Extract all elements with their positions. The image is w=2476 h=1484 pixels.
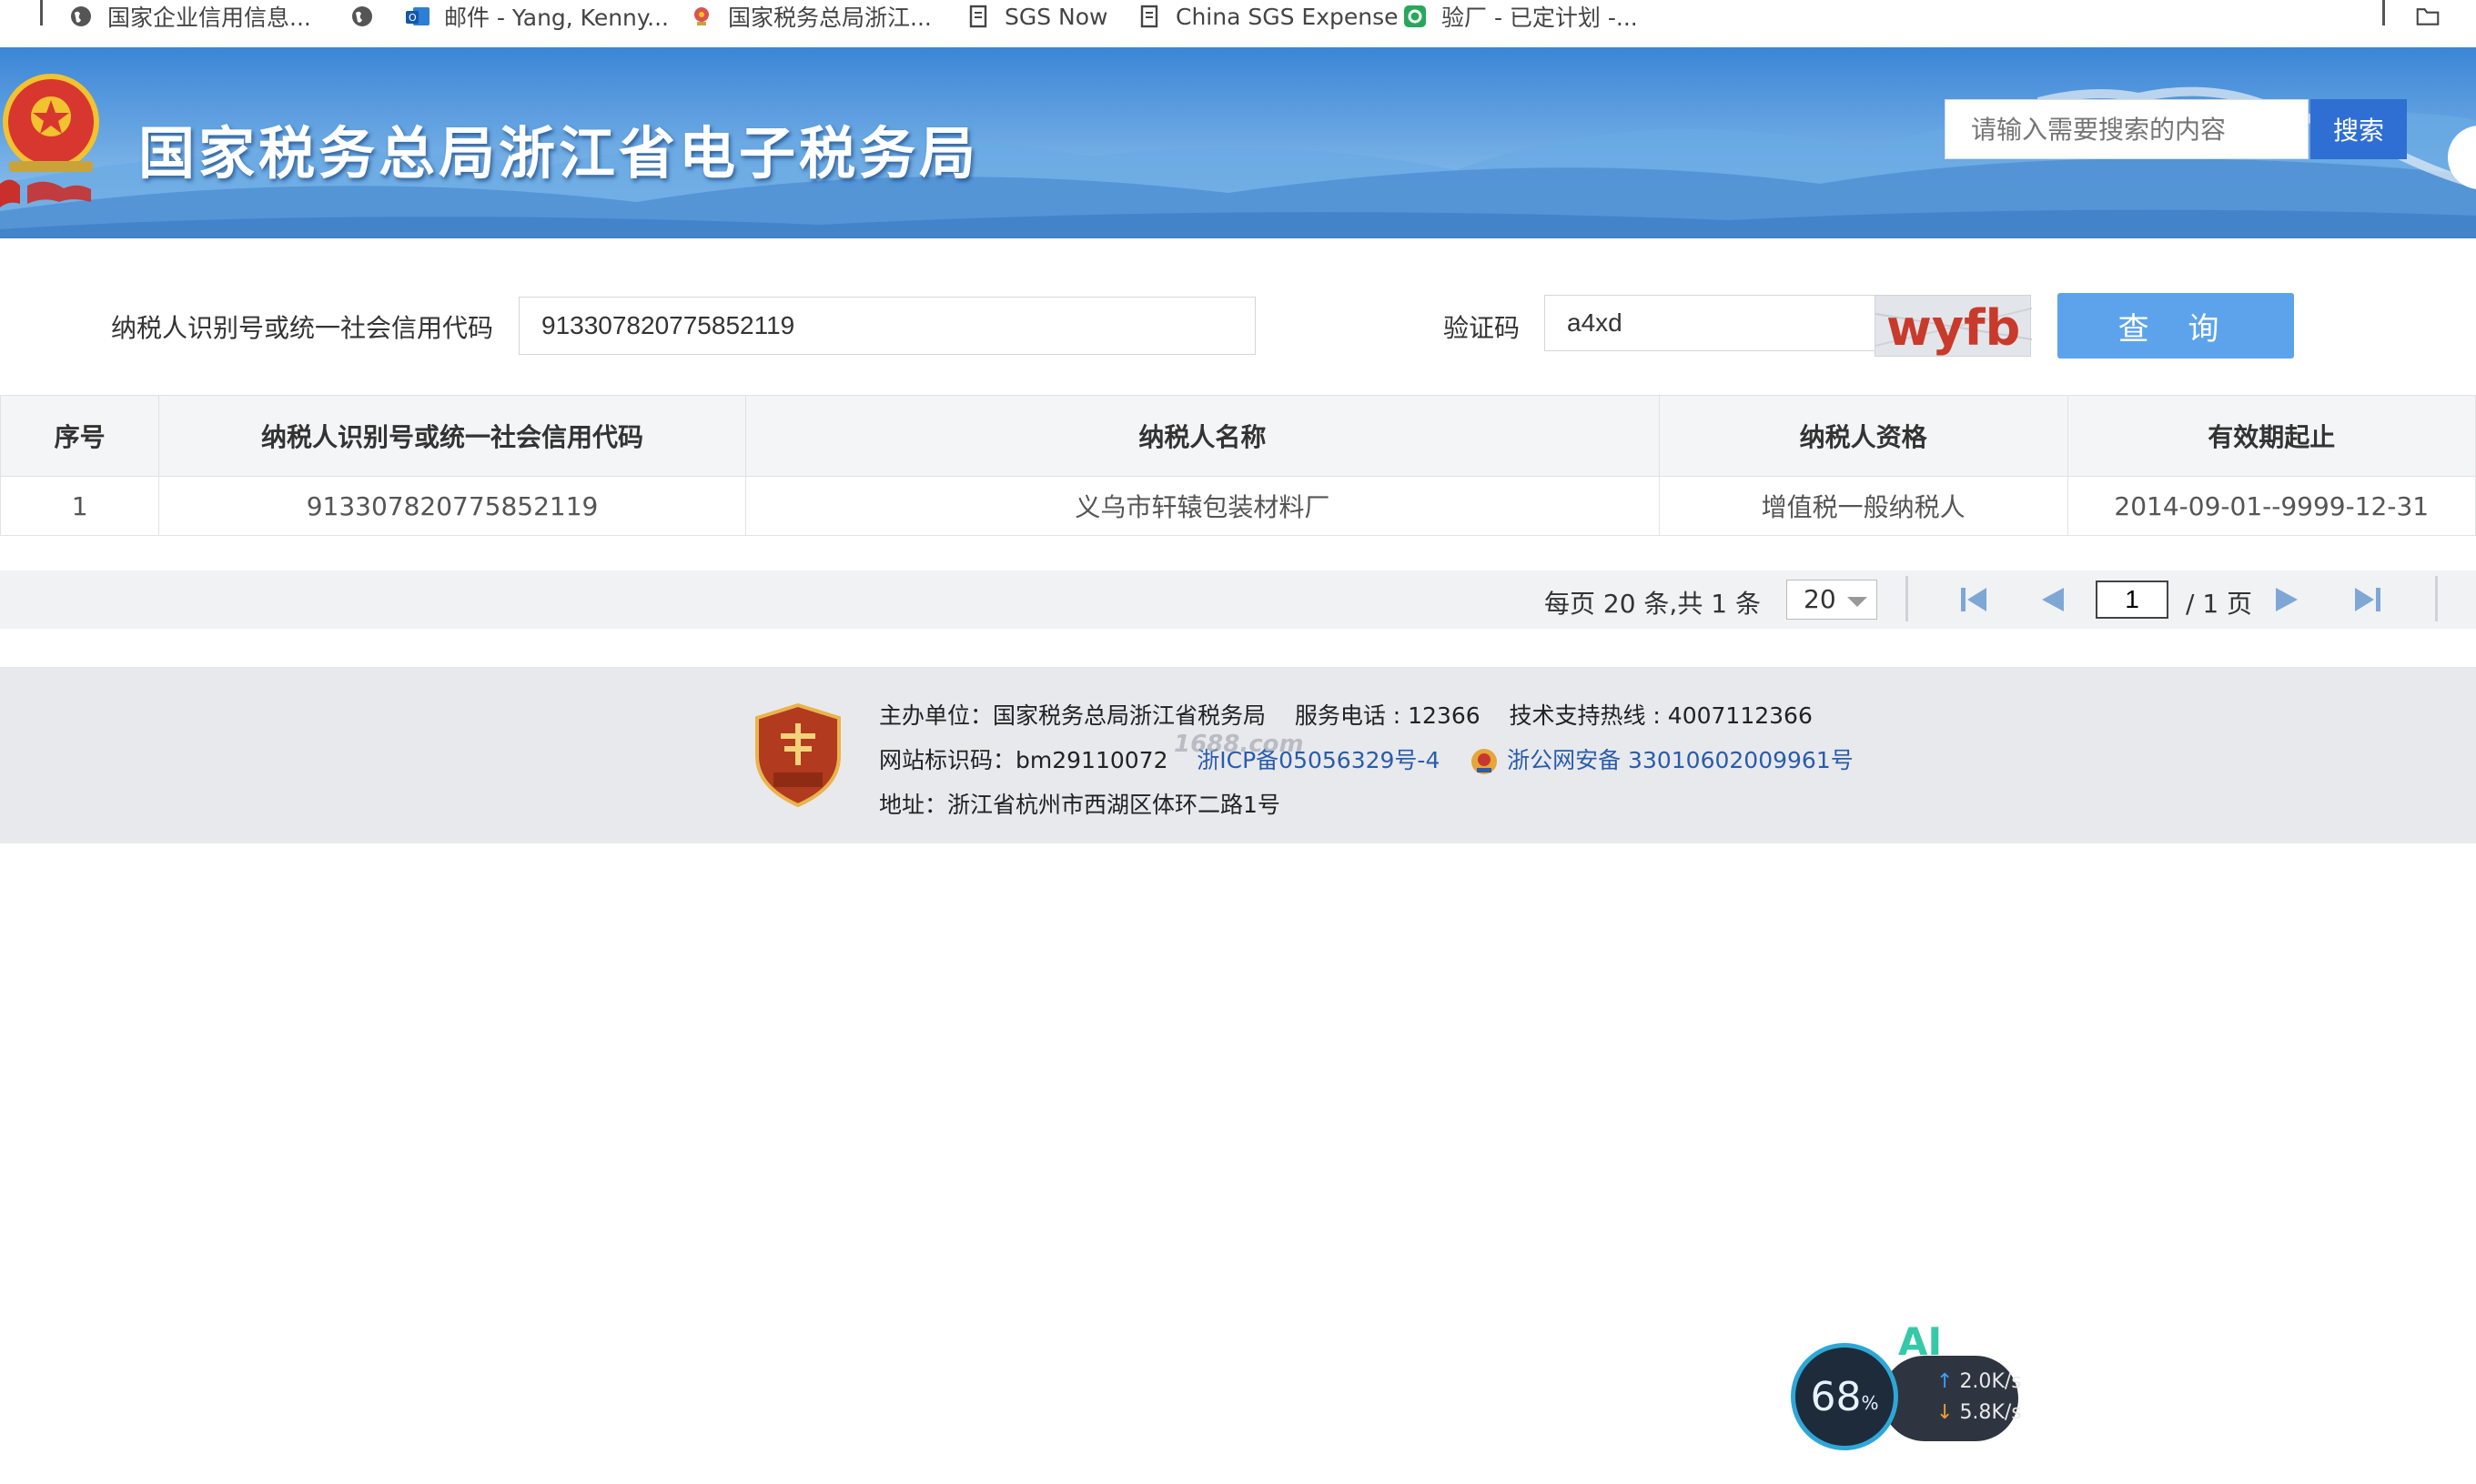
prev-page-icon[interactable]	[2038, 585, 2067, 614]
network-speed-widget[interactable]: AI ↑ 2.0K/s ↓ 5.8K/s 68%	[1791, 1319, 2022, 1456]
table-header-row: 序号 纳税人识别号或统一社会信用代码 纳税人名称 纳税人资格 有效期起止	[0, 395, 2476, 477]
site-footer: 主办单位：国家税务总局浙江省税务局 服务电话 : 12366 技术支持热线 : …	[0, 667, 2476, 843]
captcha-label: 验证码	[1443, 313, 1521, 343]
gauge-percent: 68	[1810, 1373, 1862, 1420]
download-arrow-icon: ↓	[1936, 1401, 1954, 1424]
download-unit: K/s	[1991, 1401, 2022, 1424]
globe-icon	[71, 6, 91, 26]
col-header-taxpayer-name: 纳税人名称	[744, 395, 1660, 477]
first-page-icon[interactable]	[1959, 585, 1990, 614]
tax-emblem-logo	[0, 74, 99, 207]
page-number-input[interactable]	[2096, 580, 2168, 619]
document-icon	[1140, 5, 1158, 28]
cell-qualification: 增值税一般纳税人	[1658, 476, 2068, 536]
svg-text:O: O	[409, 12, 417, 24]
document-icon	[969, 5, 987, 28]
bookmark-mail[interactable]: O 邮件 - Yang, Kenny...	[406, 0, 669, 33]
watermark-text: 1688.com	[1174, 731, 1304, 758]
page-size-select[interactable]: 20	[1786, 580, 1877, 620]
bookmark-label: 邮件 - Yang, Kenny...	[444, 5, 669, 31]
bookmark-sgs-now[interactable]: SGS Now	[966, 0, 1108, 33]
bookmarks-separator	[40, 0, 43, 25]
footer-hotline: 技术支持热线 : 4007112366	[1509, 702, 1813, 729]
site-title: 国家税务总局浙江省电子税务局	[138, 120, 980, 187]
pagination-bar: 每页 20 条,共 1 条 20 / 1 页	[0, 570, 2476, 629]
upload-speed: ↑ 2.0K/s	[1936, 1370, 2022, 1393]
cell-validity: 2014-09-01--9999-12-31	[2067, 476, 2476, 536]
results-table: 序号 纳税人识别号或统一社会信用代码 纳税人名称 纳税人资格 有效期起止 1 9…	[0, 395, 2476, 536]
cell-taxpayer-id: 913307820775852119	[158, 476, 746, 536]
bookmark-tax-bureau[interactable]: 国家税务总局浙江...	[690, 0, 932, 33]
gauge-percent-unit: %	[1861, 1392, 1879, 1414]
footer-sponsor: 主办单位：国家税务总局浙江省税务局	[879, 702, 1267, 729]
police-badge-icon	[1471, 749, 1498, 774]
taxpayer-id-input[interactable]	[519, 297, 1256, 355]
bookmark-label: 国家税务总局浙江...	[728, 5, 932, 31]
bookmark-sgs-expense[interactable]: China SGS Expense	[1137, 0, 1399, 33]
col-header-validity: 有效期起止	[2067, 395, 2476, 477]
col-header-qualification: 纳税人资格	[1658, 395, 2068, 477]
party-badge-icon	[755, 703, 841, 807]
page-size-value: 20	[1804, 584, 1836, 614]
bookmark-label: SGS Now	[1005, 3, 1108, 30]
pager-summary: 每页 20 条,共 1 条	[1544, 589, 1761, 619]
footer-address: 地址：浙江省杭州市西湖区体环二路1号	[879, 792, 1280, 818]
upload-arrow-icon: ↑	[1936, 1370, 1954, 1393]
taxpayer-id-label: 纳税人识别号或统一社会信用代码	[111, 313, 494, 343]
emblem-icon	[694, 7, 709, 25]
upload-value: 2.0	[1959, 1370, 1992, 1393]
footer-line-1: 主办单位：国家税务总局浙江省税务局 服务电话 : 12366 技术支持热线 : …	[879, 698, 1813, 731]
site-search-input[interactable]	[1945, 99, 2309, 159]
app-icon	[1404, 5, 1426, 27]
captcha-text: wyfb	[1886, 299, 2020, 357]
query-button[interactable]: 查 询	[2057, 293, 2294, 358]
download-speed: ↓ 5.8K/s	[1936, 1401, 2022, 1424]
col-header-taxpayer-id: 纳税人识别号或统一社会信用代码	[158, 395, 746, 477]
table-row: 1 913307820775852119 义乌市轩辕包装材料厂 增值税一般纳税人…	[0, 476, 2476, 536]
footer-site-id: 网站标识码：bm29110072	[879, 747, 1168, 773]
bookmark-audit-plan[interactable]: 验厂 - 已定计划 -...	[1403, 0, 1638, 33]
captcha-image[interactable]: wyfb	[1875, 295, 2033, 357]
upload-unit: K/s	[1991, 1370, 2022, 1393]
col-header-index: 序号	[0, 395, 160, 477]
cell-index: 1	[0, 476, 160, 536]
bookmark-label: China SGS Expense	[1176, 3, 1399, 30]
cell-taxpayer-name: 义乌市轩辕包装材料厂	[744, 476, 1660, 536]
bookmark-globe[interactable]	[350, 0, 389, 33]
pager-separator	[1905, 576, 1908, 621]
captcha-graphic: wyfb	[1875, 299, 2033, 357]
site-header: 国家税务总局浙江省电子税务局 搜索	[0, 47, 2476, 238]
download-value: 5.8	[1959, 1401, 1992, 1424]
police-record-link[interactable]: 浙公网安备 33010602009961号	[1507, 747, 1854, 773]
pager-separator	[2435, 576, 2438, 621]
folder-icon	[2416, 8, 2440, 25]
pager-total-pages: / 1 页	[2186, 589, 2253, 619]
bookmarks-bar: 国家企业信用信息... O 邮件 - Yang, Kenny... 国家税务总局…	[0, 0, 2476, 47]
chevron-down-icon	[1847, 597, 1867, 607]
outlook-icon: O	[406, 7, 430, 25]
speed-panel: ↑ 2.0K/s ↓ 5.8K/s	[1882, 1356, 2022, 1441]
memory-gauge: 68%	[1791, 1343, 1898, 1450]
footer-line-2: 网站标识码：bm29110072 浙ICP备05056329号-4 浙公网安备 …	[879, 742, 1854, 777]
site-search-button[interactable]: 搜索	[2310, 99, 2407, 159]
bookmarks-separator	[2382, 0, 2385, 25]
last-page-icon[interactable]	[2351, 585, 2382, 614]
bookmark-label: 验厂 - 已定计划 -...	[1441, 5, 1638, 31]
bookmark-label: 国家企业信用信息...	[107, 5, 311, 31]
other-bookmarks-folder[interactable]	[2416, 0, 2454, 33]
next-page-icon[interactable]	[2272, 585, 2301, 614]
globe-icon	[352, 6, 372, 26]
footer-phone: 服务电话 : 12366	[1294, 702, 1481, 729]
captcha-input[interactable]	[1544, 295, 1876, 351]
bookmark-credit-info[interactable]: 国家企业信用信息...	[69, 0, 311, 33]
